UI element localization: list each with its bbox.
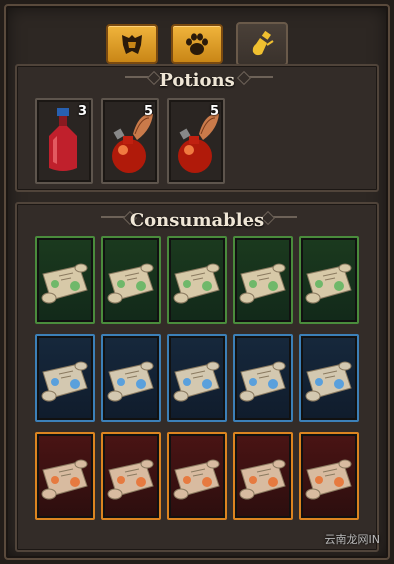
- potions-panel: Potions 3 5 5: [15, 64, 379, 192]
- consumable-slot-orange[interactable]: [233, 432, 293, 520]
- consumable-slot-green[interactable]: [167, 236, 227, 324]
- consumable-slot-green[interactable]: [233, 236, 293, 324]
- potions-title: Potions: [159, 70, 235, 91]
- consumable-slot-orange[interactable]: [167, 432, 227, 520]
- tab-armor[interactable]: [106, 24, 158, 64]
- consumables-panel: Consumables: [15, 202, 379, 552]
- scroll-icon: [239, 263, 286, 304]
- scroll-icon: [41, 459, 88, 500]
- watermark: 云南龙网IN: [325, 527, 380, 548]
- watermark-suffix: IN: [368, 533, 380, 546]
- consumables-title: Consumables: [129, 210, 265, 231]
- scroll-icon: [107, 361, 154, 402]
- scroll-icon: [305, 263, 352, 304]
- consumable-slot-blue[interactable]: [299, 334, 359, 422]
- consumable-slot-orange[interactable]: [35, 432, 95, 520]
- scroll-icon: [239, 361, 286, 402]
- scroll-icon: [173, 459, 220, 500]
- scroll-icon: [305, 459, 352, 500]
- scroll-icon: [107, 459, 154, 500]
- consumable-slot-orange[interactable]: [101, 432, 161, 520]
- scroll-icon: [107, 263, 154, 304]
- consumable-slot-blue[interactable]: [101, 334, 161, 422]
- potion-slot-1[interactable]: 3: [35, 98, 93, 184]
- consumable-slot-blue[interactable]: [167, 334, 227, 422]
- tab-consumables[interactable]: [236, 22, 288, 66]
- consumable-slot-orange[interactable]: [299, 432, 359, 520]
- scroll-icon: [173, 361, 220, 402]
- scroll-icon: [41, 263, 88, 304]
- potion-slot-2[interactable]: 5: [101, 98, 159, 184]
- scroll-icon: [41, 361, 88, 402]
- consumable-slot-blue[interactable]: [233, 334, 293, 422]
- potion-icon: [252, 30, 274, 56]
- consumable-slot-blue[interactable]: [35, 334, 95, 422]
- potion-count: 3: [77, 104, 87, 119]
- watermark-text: 云南龙网: [324, 533, 369, 546]
- consumable-slot-green[interactable]: [101, 236, 161, 324]
- tab-pets[interactable]: [171, 24, 223, 64]
- potion-count: 5: [209, 104, 219, 119]
- scroll-icon: [173, 263, 220, 304]
- armor-icon: [122, 35, 142, 54]
- scroll-icon: [239, 459, 286, 500]
- scroll-icon: [305, 361, 352, 402]
- consumable-slot-green[interactable]: [299, 236, 359, 324]
- paw-icon: [186, 33, 208, 55]
- consumable-slot-green[interactable]: [35, 236, 95, 324]
- potion-count: 5: [143, 104, 153, 119]
- potion-slot-3[interactable]: 5: [167, 98, 225, 184]
